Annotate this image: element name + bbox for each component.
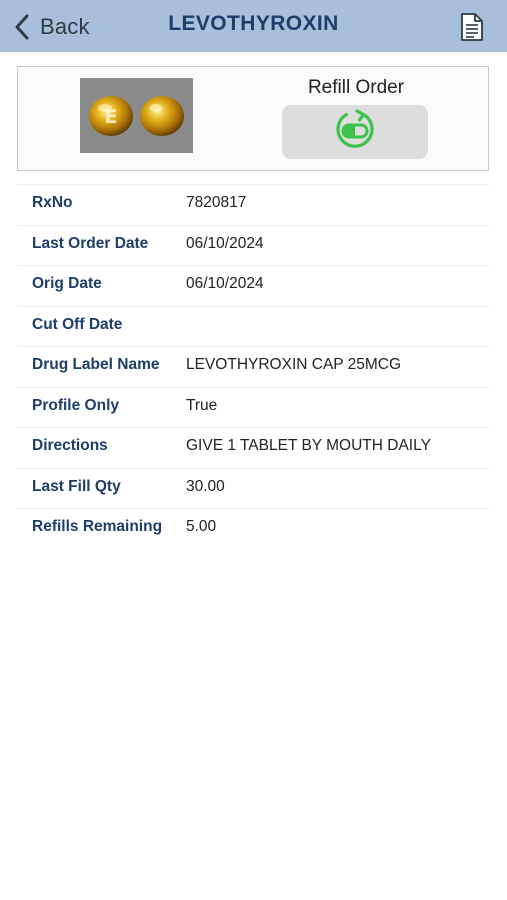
detail-value: 06/10/2024 — [186, 234, 264, 252]
back-button[interactable]: Back — [14, 12, 90, 42]
detail-label: Last Order Date — [32, 234, 149, 252]
detail-label: Profile Only — [32, 396, 119, 414]
detail-row-refills-remaining: Refills Remaining 5.00 — [17, 508, 489, 549]
detail-label: Drug Label Name — [32, 356, 160, 373]
navigation-bar: Back LEVOTHYROXIN — [0, 0, 507, 52]
detail-row-profile-only: Profile Only True — [17, 386, 489, 428]
back-label: Back — [40, 14, 90, 39]
document-button[interactable] — [458, 12, 486, 42]
document-icon — [458, 13, 486, 46]
detail-label: Orig Date — [32, 275, 102, 292]
detail-row-directions: Directions GIVE 1 TABLET BY MOUTH DAILY — [17, 427, 489, 468]
drug-summary-card: E Refill Order — [17, 66, 489, 171]
refill-capsule-icon — [333, 108, 377, 157]
detail-row-cut-off-date: Cut Off Date — [17, 305, 489, 347]
refill-order-section: Refill Order — [282, 77, 430, 159]
detail-label: Last Fill Qty — [32, 477, 121, 495]
detail-value: 5.00 — [186, 518, 217, 535]
detail-value: 06/10/2024 — [186, 275, 264, 292]
detail-value: True — [186, 396, 218, 414]
prescription-detail-screen: Back LEVOTHYROXIN E Refill Order RxNo 78… — [0, 0, 507, 900]
detail-label: Cut Off Date — [32, 315, 123, 333]
detail-row-rxno: RxNo 7820817 — [17, 184, 489, 225]
refill-order-button[interactable] — [282, 105, 428, 159]
refill-order-title: Refill Order — [307, 77, 405, 98]
detail-value: 7820817 — [186, 194, 247, 211]
detail-row-drug-label-name: Drug Label Name LEVOTHYROXIN CAP 25MCG — [17, 346, 489, 387]
pill-image: E — [80, 78, 193, 153]
pill-imprint: E — [105, 106, 118, 128]
detail-label: Directions — [32, 437, 108, 454]
chevron-left-icon — [14, 13, 30, 41]
detail-value: GIVE 1 TABLET BY MOUTH DAILY — [186, 437, 431, 454]
detail-value: 30.00 — [186, 477, 225, 495]
detail-value: LEVOTHYROXIN CAP 25MCG — [186, 356, 402, 373]
detail-row-last-order-date: Last Order Date 06/10/2024 — [17, 224, 489, 266]
prescription-details-list: RxNo 7820817 Last Order Date 06/10/2024 … — [17, 184, 489, 549]
detail-label: Refills Remaining — [32, 518, 163, 535]
detail-label: RxNo — [32, 194, 73, 211]
detail-row-orig-date: Orig Date 06/10/2024 — [17, 265, 489, 306]
detail-row-last-fill-qty: Last Fill Qty 30.00 — [17, 467, 489, 509]
